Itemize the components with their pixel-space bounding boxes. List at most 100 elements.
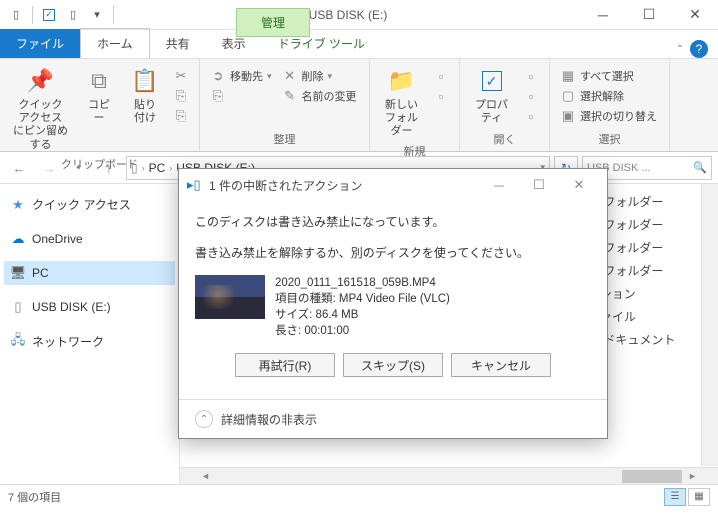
- open-button[interactable]: ▫: [521, 67, 541, 85]
- tab-file[interactable]: ファイル: [0, 29, 80, 58]
- copy-to-button[interactable]: ⎘: [208, 87, 274, 105]
- select-all-button[interactable]: ▦すべて選択: [558, 67, 659, 85]
- properties-button[interactable]: ✓プロパティ: [468, 63, 515, 127]
- group-open-label: 開く: [468, 129, 541, 147]
- dialog-titlebar: ▸▯ 1 件の中断されたアクション ─ ☐ ✕: [179, 169, 607, 201]
- history-icon: ▫: [523, 108, 539, 124]
- details-view-button[interactable]: ☰: [664, 488, 686, 506]
- chevron-right-icon[interactable]: ›: [167, 163, 174, 173]
- ribbon: 📌クイック アクセス にピン留めする ⧉コピー 📋貼り付け ✂ ⎘ ⎘ クリップ…: [0, 58, 718, 152]
- delete-button[interactable]: ✕削除▾: [280, 67, 359, 85]
- select-none-button[interactable]: ▢選択解除: [558, 87, 659, 105]
- pin-quick-access-button[interactable]: 📌クイック アクセス にピン留めする: [8, 63, 73, 154]
- copy-button[interactable]: ⧉コピー: [79, 63, 119, 127]
- up-button[interactable]: ↑: [96, 155, 122, 181]
- details-toggle[interactable]: 詳細情報の非表示: [221, 411, 317, 428]
- open-icon: ▫: [523, 68, 539, 84]
- collapse-icon[interactable]: ⌃: [195, 410, 213, 428]
- delete-icon: ✕: [282, 68, 298, 84]
- folder-icon: ▯: [6, 5, 26, 25]
- ribbon-collapse-icon[interactable]: ⌃: [676, 44, 684, 55]
- path-icon: ⎘: [173, 88, 189, 104]
- invert-icon: ▣: [560, 108, 576, 124]
- paste-icon: 📋: [129, 65, 161, 97]
- item-count: 7 個の項目: [8, 489, 61, 505]
- new-folder-icon[interactable]: ▯: [63, 5, 83, 25]
- ribbon-tabs: ファイル ホーム 共有 表示 ドライブ ツール ⌃ ?: [0, 30, 718, 58]
- dialog-close-button[interactable]: ✕: [559, 171, 599, 199]
- dialog-footer: ⌃ 詳細情報の非表示: [179, 399, 607, 438]
- pc-icon: 🖥: [10, 265, 26, 281]
- move-to-button[interactable]: ➲移動先▾: [208, 67, 274, 85]
- maximize-button[interactable]: ☐: [626, 0, 672, 30]
- nav-pc[interactable]: 🖥PC: [4, 261, 175, 285]
- navigation-pane: ★クイック アクセス ☁OneDrive 🖥PC ▯USB DISK (E:) …: [0, 184, 180, 484]
- forward-button[interactable]: →: [36, 155, 62, 181]
- dialog-title: 1 件の中断されたアクション: [209, 177, 362, 194]
- recent-button[interactable]: ▾: [66, 155, 92, 181]
- new-folder-button[interactable]: 📁新しい フォルダー: [378, 63, 425, 141]
- cut-button[interactable]: ✂: [171, 67, 191, 85]
- properties-icon: ✓: [476, 65, 508, 97]
- help-icon[interactable]: ?: [690, 40, 708, 58]
- scroll-right-icon[interactable]: ►: [684, 471, 701, 481]
- nav-network[interactable]: 🖧ネットワーク: [4, 329, 175, 354]
- close-button[interactable]: ✕: [672, 0, 718, 30]
- icons-view-button[interactable]: ▦: [688, 488, 710, 506]
- tab-share[interactable]: 共有: [150, 29, 206, 58]
- dropdown-icon[interactable]: ▾: [87, 5, 107, 25]
- dialog-maximize-button[interactable]: ☐: [519, 171, 559, 199]
- new-item-icon: ▫: [433, 68, 449, 84]
- properties-icon[interactable]: ✓: [39, 5, 59, 25]
- dialog-minimize-button[interactable]: ─: [479, 171, 519, 199]
- file-size: サイズ: 86.4 MB: [275, 307, 450, 323]
- context-tab-manage: 管理: [236, 8, 310, 37]
- quick-access-toolbar: ▯ ✓ ▯ ▾: [0, 5, 116, 25]
- easy-access-button[interactable]: ▫: [431, 87, 451, 105]
- scroll-left-icon[interactable]: ◄: [197, 471, 214, 481]
- nav-usb[interactable]: ▯USB DISK (E:): [4, 295, 175, 319]
- rename-button[interactable]: ✎名前の変更: [280, 87, 359, 105]
- minimize-button[interactable]: ─: [580, 0, 626, 30]
- edit-button[interactable]: ▫: [521, 87, 541, 105]
- nav-onedrive[interactable]: ☁OneDrive: [4, 227, 175, 251]
- edit-icon: ▫: [523, 88, 539, 104]
- copy-icon: ⧉: [83, 65, 115, 97]
- group-organize-label: 整理: [208, 129, 361, 147]
- retry-button[interactable]: 再試行(R): [235, 353, 335, 377]
- shortcut-icon: ⎘: [173, 108, 189, 124]
- paste-button[interactable]: 📋貼り付け: [125, 63, 165, 127]
- nav-quick-access[interactable]: ★クイック アクセス: [4, 192, 175, 217]
- paste-shortcut-button[interactable]: ⎘: [171, 107, 191, 125]
- rename-icon: ✎: [282, 88, 298, 104]
- cloud-icon: ☁: [10, 231, 26, 247]
- usb-icon: ▯: [10, 299, 26, 315]
- file-thumbnail: [195, 275, 265, 319]
- select-none-icon: ▢: [560, 88, 576, 104]
- move-icon: ➲: [210, 68, 226, 84]
- chevron-right-icon[interactable]: ›: [140, 163, 147, 173]
- dialog-message-primary: このディスクは書き込み禁止になっています。: [195, 213, 591, 230]
- file-name: 2020_0111_161518_059B.MP4: [275, 275, 450, 291]
- copy-path-button[interactable]: ⎘: [171, 87, 191, 105]
- pin-icon: 📌: [25, 65, 57, 97]
- breadcrumb-pc[interactable]: PC: [149, 161, 166, 175]
- easy-access-icon: ▫: [433, 88, 449, 104]
- scrollbar-vertical[interactable]: [701, 184, 718, 466]
- tab-home[interactable]: ホーム: [80, 28, 150, 58]
- star-icon: ★: [10, 197, 26, 213]
- skip-button[interactable]: スキップ(S): [343, 353, 443, 377]
- history-button[interactable]: ▫: [521, 107, 541, 125]
- cancel-button[interactable]: キャンセル: [451, 353, 551, 377]
- copyto-icon: ⎘: [210, 88, 226, 104]
- file-type: 項目の種類: MP4 Video File (VLC): [275, 291, 450, 307]
- new-item-button[interactable]: ▫: [431, 67, 451, 85]
- search-icon: 🔍: [693, 161, 707, 174]
- file-length: 長さ: 00:01:00: [275, 323, 450, 339]
- titlebar: ▯ ✓ ▯ ▾ 管理 USB DISK (E:) ─ ☐ ✕: [0, 0, 718, 30]
- status-bar: 7 個の項目 ☰ ▦: [0, 484, 718, 508]
- back-button[interactable]: ←: [6, 155, 32, 181]
- invert-selection-button[interactable]: ▣選択の切り替え: [558, 107, 659, 125]
- scroll-thumb[interactable]: [622, 470, 682, 483]
- scrollbar-horizontal[interactable]: ◄ ►: [180, 467, 718, 484]
